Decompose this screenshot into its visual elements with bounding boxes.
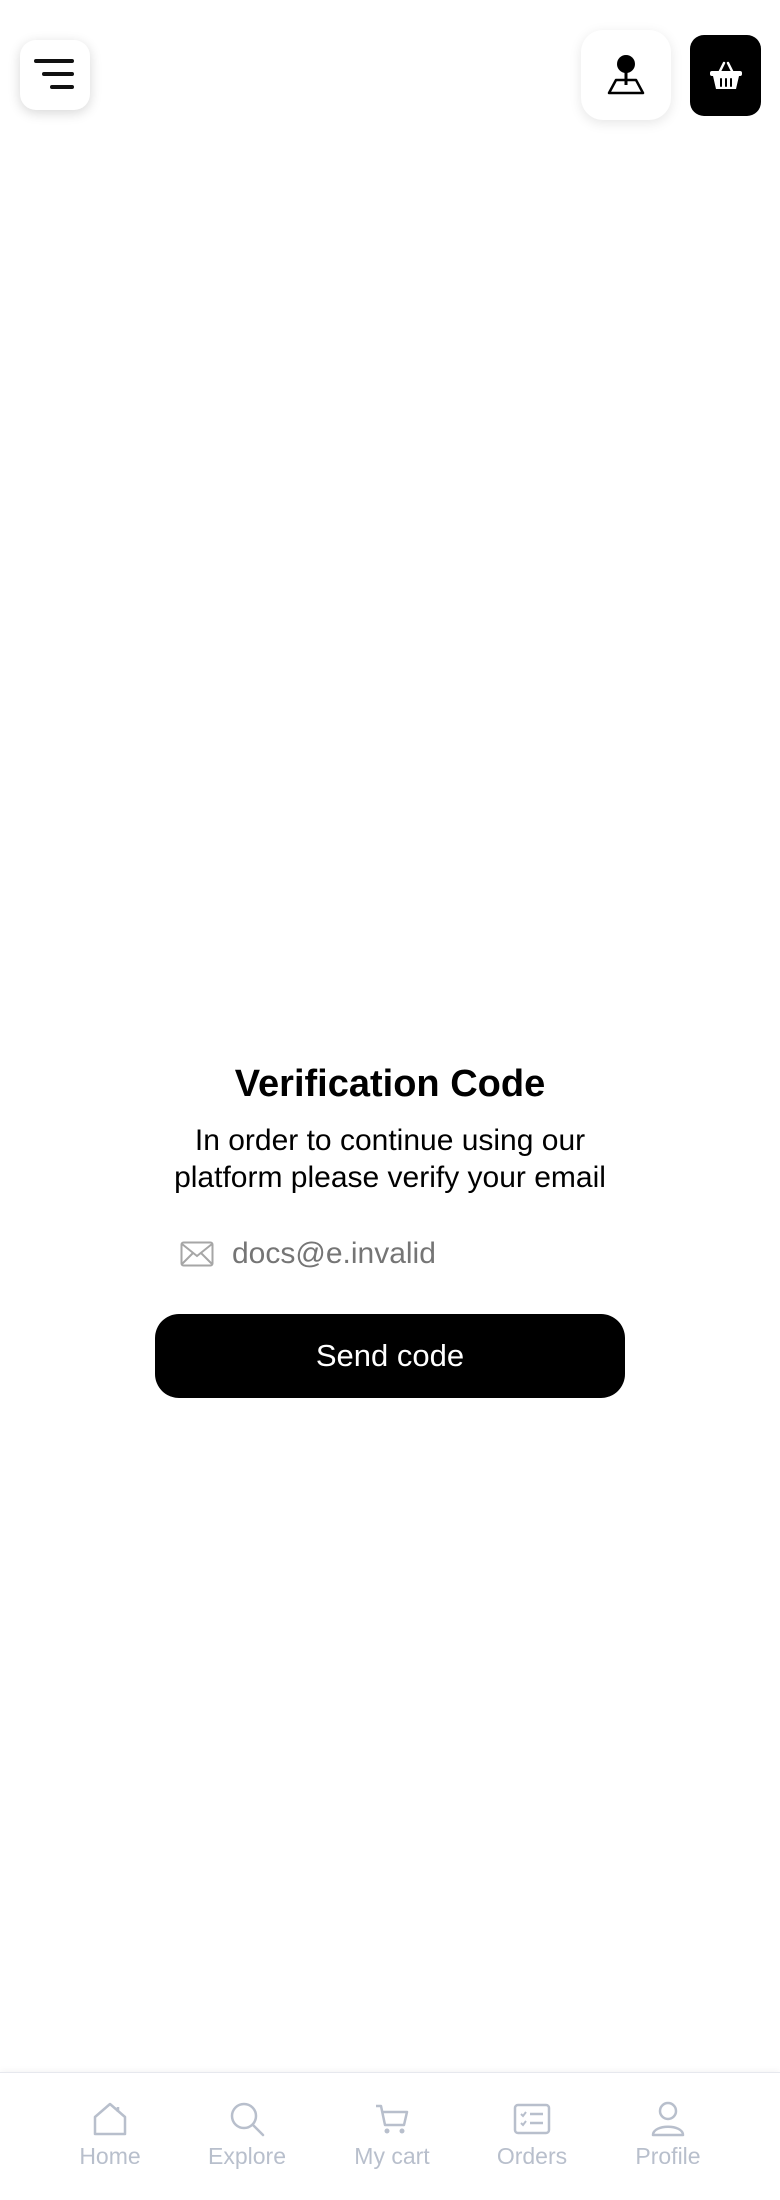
map-pin-icon [607, 55, 645, 95]
menu-lines-icon [34, 59, 74, 89]
orders-icon [513, 2103, 551, 2135]
nav-label-explore: Explore [208, 2143, 286, 2169]
user-icon [651, 2101, 685, 2137]
home-icon [93, 2102, 127, 2136]
send-code-button[interactable]: Send code [155, 1314, 625, 1398]
bottom-navigation: Home Explore My cart Orders Profile [0, 2072, 780, 2200]
verification-description: In order to continue using our platform … [174, 1124, 606, 1194]
nav-item-orders[interactable]: Orders [472, 2101, 592, 2170]
menu-button[interactable] [20, 40, 90, 110]
search-icon [230, 2102, 265, 2137]
nav-label-profile: Profile [635, 2143, 701, 2169]
mail-icon [180, 1241, 214, 1267]
nav-item-cart[interactable]: My cart [332, 2101, 452, 2170]
basket-button[interactable] [690, 35, 761, 116]
location-button[interactable] [581, 30, 671, 120]
verification-form: Verification Code In order to continue u… [0, 1060, 780, 1398]
verification-screen: Verification Code In order to continue u… [0, 0, 780, 2200]
nav-label-cart: My cart [354, 2143, 430, 2169]
basket-icon [709, 61, 742, 89]
nav-item-explore[interactable]: Explore [187, 2101, 307, 2170]
cart-icon [376, 2104, 409, 2134]
email-input[interactable] [232, 1237, 612, 1271]
nav-label-orders: Orders [496, 2143, 568, 2169]
nav-label-home: Home [79, 2143, 141, 2169]
page-title: Verification Code [234, 1063, 546, 1105]
email-field[interactable] [153, 1224, 627, 1284]
nav-item-home[interactable]: Home [50, 2101, 170, 2170]
nav-item-profile[interactable]: Profile [608, 2101, 728, 2170]
